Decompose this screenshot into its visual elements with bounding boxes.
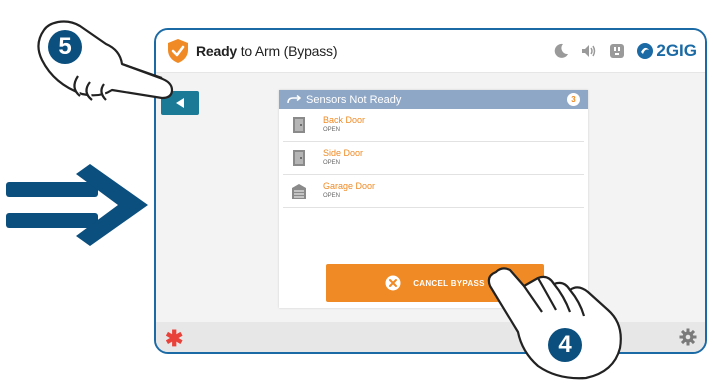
sensor-name: Garage Door — [323, 181, 376, 191]
card-header: Sensors Not Ready 3 — [279, 90, 588, 109]
close-circle-icon — [385, 275, 401, 291]
door-icon — [293, 150, 305, 166]
status-rest: to Arm (Bypass) — [237, 43, 338, 59]
door-icon — [293, 117, 305, 133]
garage-door-icon — [292, 184, 306, 199]
status-bold: Ready — [196, 43, 238, 59]
sensor-row-back-door[interactable]: Back Door OPEN — [283, 109, 584, 142]
sensor-list: Back Door OPEN Side Door OPEN Garage Doo… — [279, 109, 588, 208]
sensor-state: OPEN — [323, 127, 341, 133]
sensor-row-side-door[interactable]: Side Door OPEN — [283, 142, 584, 175]
card-title: Sensors Not Ready — [306, 93, 402, 106]
swirl-logo-icon — [637, 43, 654, 59]
guide-arrow-icon — [6, 164, 148, 246]
step-badge-4: 4 — [548, 328, 582, 362]
brand-text: 2GIG — [656, 41, 697, 60]
brand-logo: 2GIG — [636, 41, 697, 61]
pointing-hand-icon — [37, 20, 174, 101]
moon-icon[interactable] — [552, 42, 570, 60]
speaker-icon[interactable] — [580, 42, 598, 60]
top-status-bar: Ready to Arm (Bypass) 2GIG — [156, 30, 705, 73]
sensor-row-garage-door[interactable]: Garage Door OPEN — [283, 175, 584, 208]
sensor-state: OPEN — [323, 193, 341, 199]
arming-status: Ready to Arm (Bypass) — [196, 43, 338, 59]
sensor-state: OPEN — [323, 160, 341, 166]
sensor-name: Back Door — [323, 115, 366, 125]
emergency-icon[interactable]: ✱ — [165, 326, 183, 352]
cancel-bypass-label: CANCEL BYPASS — [413, 278, 485, 288]
top-icons: 2GIG — [552, 40, 697, 62]
sensor-name: Side Door — [323, 148, 364, 158]
outlet-icon[interactable] — [608, 42, 626, 60]
pressing-hand-icon — [487, 267, 622, 380]
count-badge: 3 — [567, 93, 580, 106]
bypass-arrow-icon — [287, 94, 301, 103]
gear-icon[interactable] — [679, 328, 697, 346]
step-badge-5: 5 — [48, 30, 82, 64]
